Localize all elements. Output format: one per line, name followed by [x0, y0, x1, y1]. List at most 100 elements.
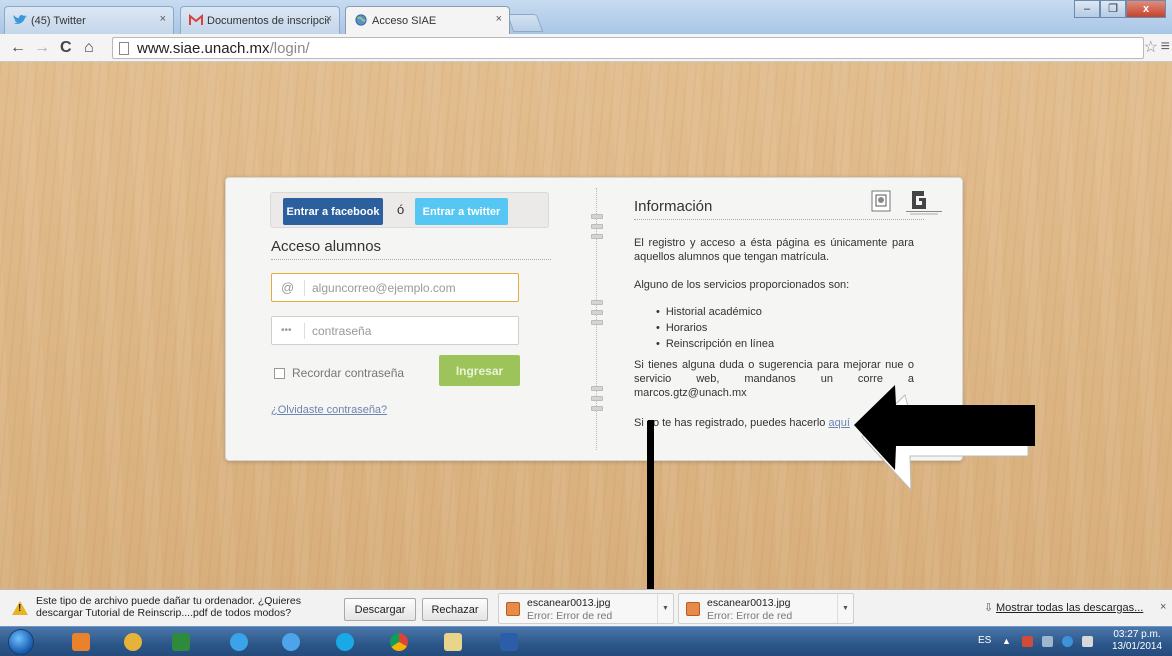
tab-close-icon[interactable]: ×: [496, 13, 502, 25]
password-dots-icon: •••: [281, 325, 292, 336]
info-paragraph-contact: Si tienes alguna duda o sugerencia para …: [634, 359, 914, 399]
reload-icon[interactable]: C: [60, 39, 72, 57]
services-list: Historial académico Horarios Reinscripci…: [656, 304, 774, 352]
word-icon: [500, 633, 518, 651]
list-item: Reinscripción en línea: [656, 336, 774, 352]
remember-password[interactable]: Recordar contraseña: [274, 366, 404, 380]
globe-icon: [355, 14, 367, 26]
chrome-icon: [390, 633, 408, 651]
taskbar-excel[interactable]: [166, 629, 196, 655]
tab-label: (45) Twitter: [31, 14, 86, 27]
download-arrow-icon: ⇩: [984, 602, 994, 614]
facebook-login-button[interactable]: Entrar a facebook: [283, 198, 383, 225]
page-content: Entrar a facebook ó Entrar a twitter Acc…: [0, 62, 1172, 589]
email-field[interactable]: @: [271, 273, 519, 302]
bookmark-star-icon[interactable]: ☆: [1144, 37, 1158, 57]
remember-label: Recordar contraseña: [292, 366, 405, 380]
url-text[interactable]: www.siae.unach.mx/login/: [137, 40, 310, 57]
system-tray: ES ▲ 03:27 p.m. 13/01/2014: [970, 627, 1172, 656]
tray-expand-icon[interactable]: ▲: [1002, 636, 1013, 647]
download-item[interactable]: escanear0013.jpg Error: Error de red ▼: [498, 593, 674, 624]
people-icon: [124, 633, 142, 651]
maximize-button[interactable]: ❐: [1100, 0, 1126, 18]
university-seal-logo: [871, 190, 891, 212]
password-input[interactable]: [312, 321, 512, 341]
twitter-bird-icon: [13, 14, 27, 24]
list-item: Historial académico: [656, 304, 774, 320]
chevron-down-icon[interactable]: ▼: [837, 594, 853, 623]
taskbar-people[interactable]: [118, 629, 148, 655]
language-indicator[interactable]: ES: [978, 635, 991, 646]
login-section-title: Acceso alumnos: [271, 238, 551, 260]
gmail-icon: [189, 14, 203, 25]
show-all-downloads-link[interactable]: Mostrar todas las descargas...: [996, 602, 1143, 614]
browser-toolbar: ← → C ⌂ www.siae.unach.mx/login/ ☆ ≡: [0, 34, 1172, 62]
outlook-icon: [72, 633, 90, 651]
info-paragraph-access: El registro y acceso a ésta página es ún…: [634, 237, 914, 263]
tab-label: Acceso SIAE: [372, 14, 437, 27]
twitter-login-button[interactable]: Entrar a twitter: [415, 198, 508, 225]
folder-icon: [444, 633, 462, 651]
tab-close-icon[interactable]: ×: [160, 13, 166, 25]
list-item: Horarios: [656, 320, 774, 336]
menu-icon[interactable]: ≡: [1161, 38, 1170, 56]
password-field[interactable]: •••: [271, 316, 519, 345]
excel-icon: [172, 633, 190, 651]
window-controls: – ❐ x: [1074, 0, 1166, 18]
social-login-bar: Entrar a facebook ó Entrar a twitter: [270, 192, 549, 228]
info-paragraph-services: Alguno de los servicios proporcionados s…: [634, 279, 850, 291]
close-window-button[interactable]: x: [1126, 0, 1166, 18]
itunes-icon: [282, 633, 300, 651]
taskbar-skype[interactable]: [330, 629, 360, 655]
forgot-password-link[interactable]: ¿Olvidaste contraseña?: [271, 404, 387, 416]
email-input[interactable]: [312, 278, 512, 298]
taskbar-internet-explorer[interactable]: [224, 629, 254, 655]
taskbar-word[interactable]: [494, 629, 524, 655]
keep-download-button[interactable]: Descargar: [344, 598, 416, 621]
page-icon: [119, 42, 129, 55]
tab-acceso-siae[interactable]: Acceso SIAE ×: [345, 6, 510, 34]
tab-close-icon[interactable]: ×: [326, 13, 332, 25]
skype-icon: [336, 633, 354, 651]
app-tray-icon[interactable]: [1062, 636, 1073, 647]
warning-icon: !: [12, 601, 28, 615]
volume-icon[interactable]: [1082, 636, 1093, 647]
forward-icon[interactable]: →: [34, 39, 50, 57]
home-icon[interactable]: ⌂: [84, 39, 94, 57]
minimize-button[interactable]: –: [1074, 0, 1100, 18]
tab-strip: (45) Twitter × Documentos de inscripció …: [0, 0, 1172, 34]
tab-twitter[interactable]: (45) Twitter ×: [4, 6, 174, 34]
taskbar-outlook[interactable]: [66, 629, 96, 655]
network-icon[interactable]: [1042, 636, 1053, 647]
remember-checkbox[interactable]: [274, 367, 285, 379]
action-center-icon[interactable]: [1022, 636, 1033, 647]
notebook-binding: [589, 188, 605, 450]
at-icon: @: [281, 280, 295, 295]
innovation-department-logo: [906, 191, 942, 215]
or-separator: ó: [397, 202, 405, 217]
login-submit-button[interactable]: Ingresar: [439, 355, 520, 386]
tab-gmail-documentos[interactable]: Documentos de inscripció ×: [180, 6, 340, 34]
download-bar: ! Este tipo de archivo puede dañar tu or…: [0, 589, 1172, 626]
taskbar-explorer[interactable]: [438, 629, 468, 655]
register-here-link[interactable]: aquí: [828, 417, 849, 429]
discard-download-button[interactable]: Rechazar: [422, 598, 488, 621]
tab-label: Documentos de inscripció: [207, 14, 329, 27]
image-file-icon: [506, 602, 520, 616]
taskbar-chrome[interactable]: [384, 629, 414, 655]
login-card: Entrar a facebook ó Entrar a twitter Acc…: [225, 177, 963, 461]
back-icon[interactable]: ←: [10, 39, 26, 57]
image-file-icon: [686, 602, 700, 616]
close-download-bar-icon[interactable]: ×: [1160, 601, 1166, 613]
info-paragraph-register: Si no te has registrado, puedes hacerlo …: [634, 417, 850, 429]
windows-taskbar: ES ▲ 03:27 p.m. 13/01/2014: [0, 626, 1172, 656]
system-clock[interactable]: 03:27 p.m. 13/01/2014: [1108, 629, 1166, 653]
download-item[interactable]: escanear0013.jpg Error: Error de red ▼: [678, 593, 854, 624]
taskbar-itunes[interactable]: [276, 629, 306, 655]
address-bar[interactable]: www.siae.unach.mx/login/: [112, 37, 1144, 59]
chevron-down-icon[interactable]: ▼: [657, 594, 673, 623]
new-tab-button[interactable]: [506, 14, 544, 32]
download-warning: Este tipo de archivo puede dañar tu orde…: [36, 595, 302, 619]
start-button[interactable]: [8, 629, 34, 655]
internet-explorer-icon: [230, 633, 248, 651]
